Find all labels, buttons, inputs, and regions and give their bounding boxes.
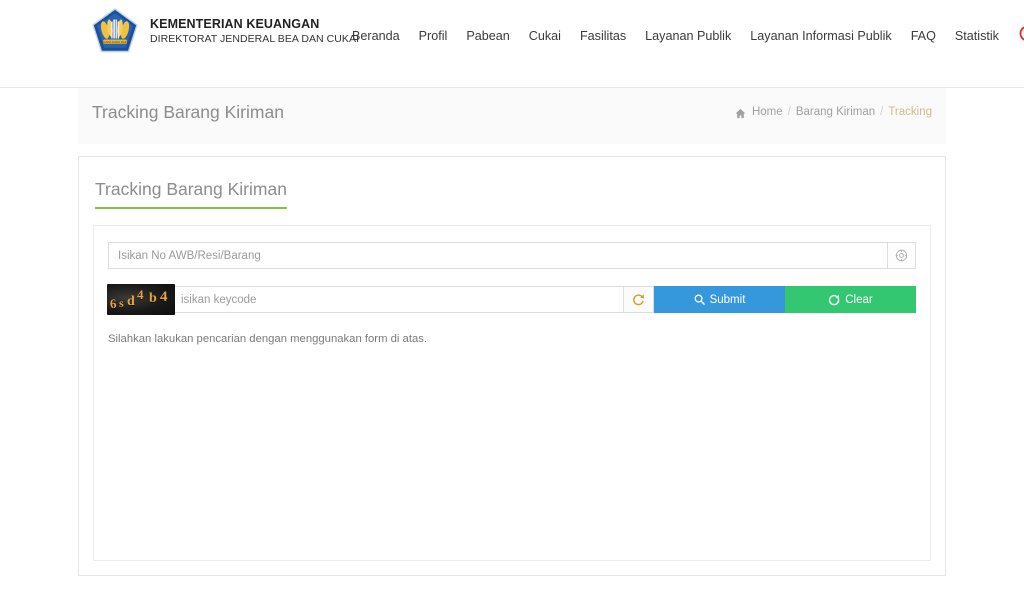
card-header: Tracking Barang Kiriman bbox=[79, 157, 945, 209]
breadcrumb-current: Tracking bbox=[888, 106, 932, 118]
compass-icon[interactable] bbox=[887, 242, 916, 269]
result-message: Silahkan lakukan pencarian dengan menggu… bbox=[108, 333, 428, 345]
card-title: Tracking Barang Kiriman bbox=[95, 179, 287, 209]
nav-item-statistik[interactable]: Statistik bbox=[955, 29, 999, 43]
content-column: Tracking Barang Kiriman Home / Barang Ki… bbox=[78, 88, 946, 576]
breadcrumb-separator-2: / bbox=[880, 106, 884, 118]
keycode-field-wrap: 6 s d 4 b 4 bbox=[107, 284, 623, 315]
nav-item-layanan-publik[interactable]: Layanan Publik bbox=[645, 29, 731, 43]
nav-item-cukai[interactable]: Cukai bbox=[529, 29, 561, 43]
home-icon bbox=[735, 108, 746, 119]
breadcrumb-barang-kiriman[interactable]: Barang Kiriman bbox=[796, 106, 875, 118]
awb-input[interactable] bbox=[108, 242, 887, 269]
nav-item-pabean[interactable]: Pabean bbox=[466, 29, 509, 43]
nav-item-layanan-informasi-publik[interactable]: Layanan Informasi Publik bbox=[750, 29, 891, 43]
brand-subtitle: DIREKTORAT JENDERAL BEA DAN CUKAI bbox=[150, 32, 359, 45]
kemenkeu-pentagon-logo-icon: NAGARA DANA RAKCA bbox=[90, 6, 140, 56]
page-title: Tracking Barang Kiriman bbox=[92, 102, 284, 122]
nav-item-fasilitas[interactable]: Fasilitas bbox=[580, 29, 626, 43]
page-header-bar: Tracking Barang Kiriman Home / Barang Ki… bbox=[78, 88, 946, 144]
main-navigation: Beranda Profil Pabean Cukai Fasilitas La… bbox=[352, 25, 1024, 47]
nav-item-faq[interactable]: FAQ bbox=[911, 29, 936, 43]
card-body: 6 s d 4 b 4 bbox=[93, 225, 931, 561]
recycle-icon bbox=[828, 294, 840, 306]
refresh-captcha-button[interactable] bbox=[623, 286, 654, 313]
brand-text: KEMENTERIAN KEUANGAN DIREKTORAT JENDERAL… bbox=[150, 17, 359, 44]
breadcrumb-home[interactable]: Home bbox=[752, 106, 783, 118]
awb-input-group bbox=[108, 242, 916, 269]
page-body: Tracking Barang Kiriman Home / Barang Ki… bbox=[0, 88, 1024, 591]
submit-button[interactable]: Submit bbox=[654, 286, 785, 313]
search-icon bbox=[694, 294, 705, 305]
nav-item-beranda[interactable]: Beranda bbox=[352, 29, 400, 43]
search-icon[interactable] bbox=[1018, 24, 1024, 46]
keycode-input[interactable] bbox=[108, 286, 623, 313]
svg-text:NAGARA DANA RAKCA: NAGARA DANA RAKCA bbox=[99, 40, 131, 44]
site-header: NAGARA DANA RAKCA KEMENTERIAN KEUANGAN D… bbox=[0, 0, 1024, 88]
breadcrumb: Home / Barang Kiriman / Tracking bbox=[735, 106, 932, 118]
brand-logo-block[interactable]: NAGARA DANA RAKCA KEMENTERIAN KEUANGAN D… bbox=[90, 6, 359, 56]
submit-button-label: Submit bbox=[709, 293, 746, 306]
clear-button[interactable]: Clear bbox=[785, 286, 916, 313]
keycode-input-group: 6 s d 4 b 4 bbox=[107, 284, 916, 315]
brand-title: KEMENTERIAN KEUANGAN bbox=[150, 17, 320, 32]
tracking-card: Tracking Barang Kiriman Isikan No AWB/Re… bbox=[78, 156, 946, 576]
nav-item-profil[interactable]: Profil bbox=[419, 29, 448, 43]
refresh-icon bbox=[632, 293, 645, 306]
breadcrumb-separator-1: / bbox=[787, 106, 791, 118]
clear-button-label: Clear bbox=[845, 293, 873, 306]
